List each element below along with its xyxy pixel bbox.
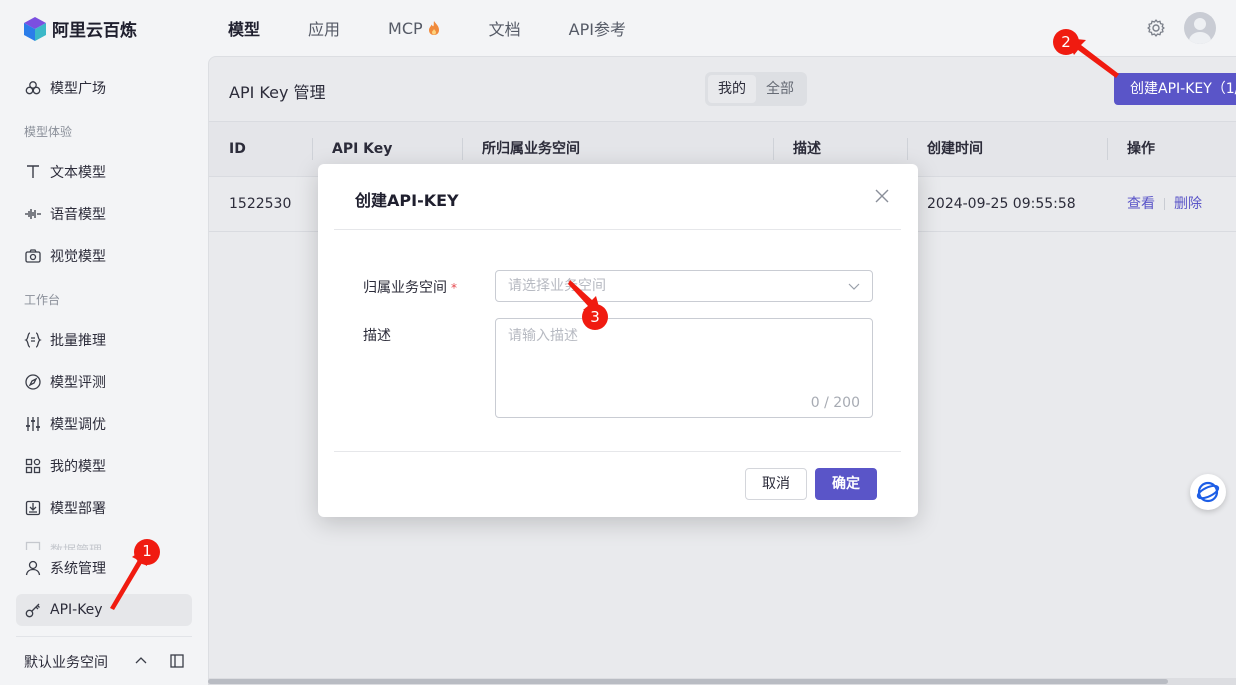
key-icon: [25, 603, 40, 618]
view-link[interactable]: 查看: [1127, 196, 1155, 212]
dialog-divider: [334, 451, 901, 452]
fire-icon: [428, 21, 439, 35]
sidebar-item-label: 模型部署: [50, 501, 106, 517]
text-icon: [27, 165, 39, 178]
scope-segmented-control: 我的 全部: [705, 72, 807, 106]
collapse-sidebar-icon[interactable]: [170, 654, 184, 668]
sidebar-item-model-tuning[interactable]: 模型调优: [16, 408, 192, 440]
nav-label: 应用: [308, 20, 341, 39]
column-divider: [907, 138, 908, 160]
sidebar-group-experience: 模型体验: [24, 125, 73, 139]
cell-id: 1522530: [229, 196, 292, 212]
workspace-field-label: 归属业务空间 *: [363, 277, 457, 297]
nav-docs[interactable]: 文档: [489, 16, 521, 40]
nav-models[interactable]: 模型: [228, 16, 260, 40]
create-api-key-dialog: 创建API-KEY 归属业务空间 * 请选择业务空间 描述 请输入描述 0 / 2…: [318, 164, 918, 517]
grid-icon: [25, 458, 41, 474]
deploy-icon: [25, 500, 41, 516]
sidebar-item-label: 语音模型: [50, 207, 106, 223]
dialog-divider: [334, 229, 901, 230]
sidebar-item-label: 视觉模型: [50, 249, 106, 265]
annotation-number: 3: [590, 308, 600, 326]
column-header: 操作: [1127, 141, 1155, 157]
sidebar-item-vision-model[interactable]: 视觉模型: [16, 240, 192, 272]
avatar[interactable]: [1184, 12, 1216, 44]
logo-text: 阿里云百炼: [52, 21, 137, 41]
required-mark: *: [451, 281, 457, 295]
description-field-label: 描述: [363, 328, 391, 344]
data-icon: [25, 541, 41, 550]
column-header: 创建时间: [927, 141, 983, 157]
sidebar-item-model-deploy[interactable]: 模型部署: [16, 492, 192, 524]
sidebar-item-my-models[interactable]: 我的模型: [16, 450, 192, 482]
page-title: API Key 管理: [229, 83, 326, 102]
bailian-logo-icon: [24, 16, 46, 41]
nav-label: MCP: [388, 18, 423, 38]
sidebar-item-label: 模型广场: [50, 81, 106, 97]
assistant-icon: [1196, 481, 1220, 503]
camera-icon: [25, 249, 41, 263]
label-text: 归属业务空间: [363, 280, 447, 296]
sidebar-item-label: 文本模型: [50, 165, 106, 181]
sidebar-item-batch-inference[interactable]: 批量推理: [16, 324, 192, 356]
sidebar-item-label: 模型评测: [50, 375, 106, 391]
column-divider: [1107, 138, 1108, 160]
scrollbar-thumb[interactable]: [208, 679, 1168, 684]
action-divider: [1164, 198, 1165, 210]
sidebar-item-audio-model[interactable]: 语音模型: [16, 198, 192, 230]
nav-label: 模型: [228, 20, 261, 39]
nav-api-reference[interactable]: API参考: [569, 16, 626, 40]
column-divider: [312, 138, 313, 160]
workspace-switcher[interactable]: 默认业务空间: [24, 652, 108, 672]
dialog-title: 创建API-KEY: [355, 191, 459, 210]
close-icon[interactable]: [874, 188, 890, 204]
delete-link[interactable]: 删除: [1174, 196, 1202, 212]
sidebar-item-label: 数据管理: [50, 540, 102, 550]
horizontal-scrollbar[interactable]: [208, 678, 1236, 685]
nav-label: 文档: [488, 20, 521, 39]
annotation-number: 2: [1061, 33, 1071, 51]
cell-created-time: 2024-09-25 09:55:58: [927, 196, 1076, 212]
sidebar-item-label: API-Key: [50, 602, 103, 618]
sidebar-item-label: 批量推理: [50, 333, 106, 349]
top-nav: 模型 应用 MCP 文档 API参考: [228, 0, 674, 56]
sidebar-item-label: 我的模型: [50, 459, 106, 475]
create-api-key-button[interactable]: 创建API-KEY（1/: [1114, 73, 1236, 105]
user-icon: [25, 560, 41, 576]
sidebar-item-label: 系统管理: [50, 561, 106, 577]
workspace-select[interactable]: 请选择业务空间: [495, 270, 873, 302]
sidebar-item-label: 模型调优: [50, 417, 106, 433]
annotation-arrow-3: [568, 280, 608, 330]
nav-mcp[interactable]: MCP: [388, 19, 441, 38]
braces-icon: [24, 332, 42, 348]
chevron-up-icon[interactable]: [134, 654, 148, 668]
sidebar-item-model-eval[interactable]: 模型评测: [16, 366, 192, 398]
char-counter: 0 / 200: [810, 395, 860, 411]
compass-icon: [25, 374, 41, 390]
segment-mine[interactable]: 我的: [708, 75, 756, 103]
sidebar-item-data-management[interactable]: 数据管理: [24, 540, 102, 550]
chevron-down-icon: [848, 283, 860, 290]
cell-actions: 查看 删除: [1127, 177, 1202, 231]
nav-apps[interactable]: 应用: [308, 16, 340, 40]
segment-all[interactable]: 全部: [756, 75, 804, 103]
sidebar-item-model-plaza[interactable]: 模型广场: [16, 72, 192, 104]
assistant-button[interactable]: [1190, 474, 1226, 510]
sidebar-group-workbench: 工作台: [24, 293, 61, 307]
sliders-icon: [26, 417, 40, 431]
column-divider: [773, 138, 774, 160]
nav-label: API参考: [568, 20, 626, 39]
audio-wave-icon: [25, 209, 41, 219]
sidebar-item-text-model[interactable]: 文本模型: [16, 156, 192, 188]
annotation-number: 1: [142, 542, 152, 560]
cancel-button[interactable]: 取消: [745, 468, 807, 500]
sidebar-divider: [16, 636, 192, 637]
description-textarea[interactable]: 请输入描述 0 / 200: [495, 318, 873, 418]
logo[interactable]: 阿里云百炼: [24, 16, 137, 41]
column-header: ID: [229, 141, 246, 157]
confirm-button[interactable]: 确定: [815, 468, 877, 500]
gear-icon[interactable]: [1146, 18, 1166, 38]
column-divider: [462, 138, 463, 160]
model-plaza-icon: [25, 81, 41, 95]
